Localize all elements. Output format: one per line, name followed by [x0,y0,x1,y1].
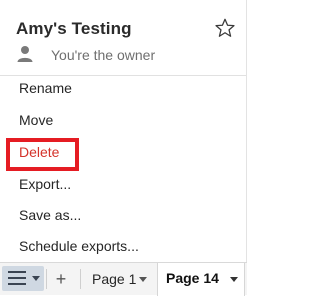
document-header: Amy's Testing You're the owner [0,0,247,75]
toolbar-separator [46,269,47,289]
save-as-label: Save as... [19,207,82,223]
tab-page-14[interactable]: Page 14 [157,263,245,296]
save-as-menu-item[interactable]: Save as... [0,201,246,233]
person-icon [17,46,33,62]
tab-label: Page 14 [166,270,219,286]
owner-row: You're the owner [16,44,236,64]
schedule-exports-label: Schedule exports... [19,238,139,254]
toolbar-separator [80,269,81,289]
add-page-button[interactable]: + [51,267,71,291]
export-label: Export... [19,176,72,192]
tab-label: Page 1 [92,271,137,287]
caret-down-icon [32,276,40,281]
rename-label: Rename [19,80,72,96]
caret-down-icon[interactable] [230,277,238,283]
move-menu-item[interactable]: Move [0,106,246,138]
page-menu-button[interactable] [2,266,44,291]
owner-label: You're the owner [51,47,156,63]
rename-menu-item[interactable]: Rename [0,74,246,106]
tab-page-1[interactable]: Page 1 [84,266,154,293]
page-tab-bar: + Page 1 Page 14 [0,262,247,296]
document-menu-popup: Amy's Testing You're the owner Rename Mo… [0,0,247,262]
schedule-exports-menu-item[interactable]: Schedule exports... [0,232,246,264]
caret-down-icon[interactable] [139,277,147,283]
export-menu-item[interactable]: Export... [0,170,246,202]
hamburger-icon [8,271,26,285]
document-title: Amy's Testing [16,19,132,38]
delete-highlight-box [6,138,79,171]
star-icon[interactable] [214,17,236,39]
move-label: Move [19,112,54,128]
